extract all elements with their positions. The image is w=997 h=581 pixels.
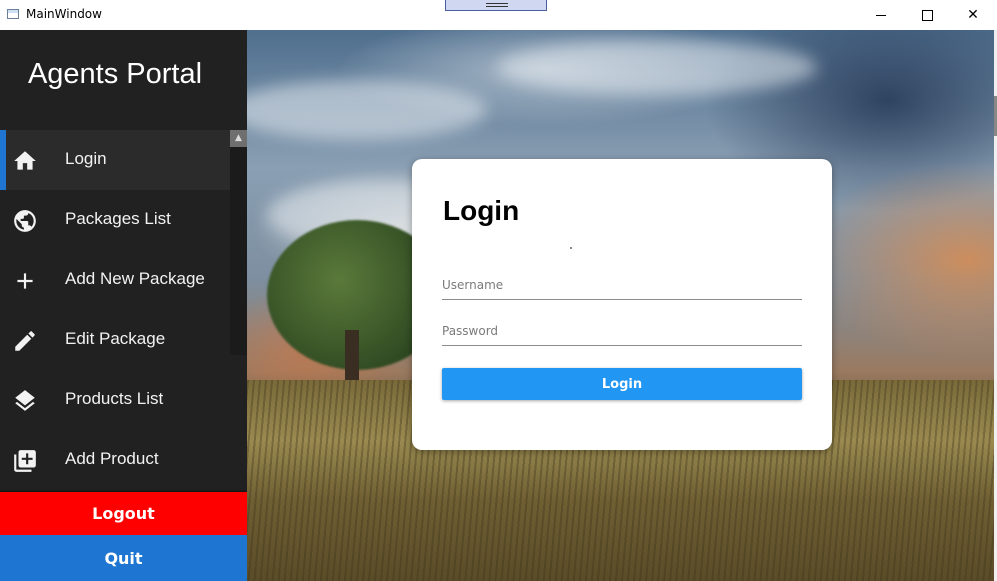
maximize-icon xyxy=(921,9,933,21)
cloud xyxy=(247,80,487,140)
add-box-icon xyxy=(14,450,36,472)
home-icon xyxy=(14,151,36,170)
sidebar-item-add-product[interactable]: Add Product xyxy=(0,430,230,490)
login-title: Login xyxy=(443,195,520,226)
close-icon: ✕ xyxy=(967,7,979,23)
sidebar-item-login[interactable]: Login xyxy=(0,130,230,190)
sidebar-item-edit-package[interactable]: Edit Package xyxy=(0,310,230,370)
pencil-icon xyxy=(15,331,35,351)
sidebar: Agents Portal Login Packages List Add Ne… xyxy=(0,30,247,581)
sidebar-item-label: Packages List xyxy=(65,209,171,228)
login-card: Login Login xyxy=(412,159,832,450)
cloud xyxy=(497,40,817,95)
login-button[interactable]: Login xyxy=(442,368,802,400)
scroll-up-arrow-icon[interactable]: ▲ xyxy=(230,130,247,147)
minimize-button[interactable] xyxy=(858,0,904,30)
sidebar-item-label: Add New Package xyxy=(65,269,205,288)
plus-icon xyxy=(17,273,33,289)
drag-handle[interactable] xyxy=(445,0,547,11)
sidebar-item-add-new-package[interactable]: Add New Package xyxy=(0,250,230,310)
window-title: MainWindow xyxy=(26,7,102,21)
close-button[interactable]: ✕ xyxy=(950,0,996,30)
username-input[interactable] xyxy=(442,273,802,300)
title-bar[interactable]: MainWindow ✕ xyxy=(0,0,997,30)
sidebar-nav: Login Packages List Add New Package Edit… xyxy=(0,130,230,490)
password-input[interactable] xyxy=(442,319,802,346)
maximize-button[interactable] xyxy=(904,0,950,30)
sidebar-item-label: Add Product xyxy=(65,449,159,468)
decorative-dot xyxy=(570,247,572,249)
sidebar-item-packages-list[interactable]: Packages List xyxy=(0,190,230,250)
logout-button[interactable]: Logout xyxy=(0,492,247,535)
layers-icon xyxy=(15,390,35,411)
sidebar-item-label: Edit Package xyxy=(65,329,166,348)
sidebar-scrollbar[interactable]: ▲ xyxy=(230,130,247,355)
sidebar-item-label: Login xyxy=(65,149,107,168)
sidebar-item-label: Products List xyxy=(65,389,164,408)
quit-button[interactable]: Quit xyxy=(0,535,247,581)
sidebar-item-products-list[interactable]: Products List xyxy=(0,370,230,430)
app-brand-title: Agents Portal xyxy=(27,58,203,90)
globe-icon xyxy=(14,210,36,232)
window-icon xyxy=(7,9,19,19)
minimize-icon xyxy=(876,14,886,16)
